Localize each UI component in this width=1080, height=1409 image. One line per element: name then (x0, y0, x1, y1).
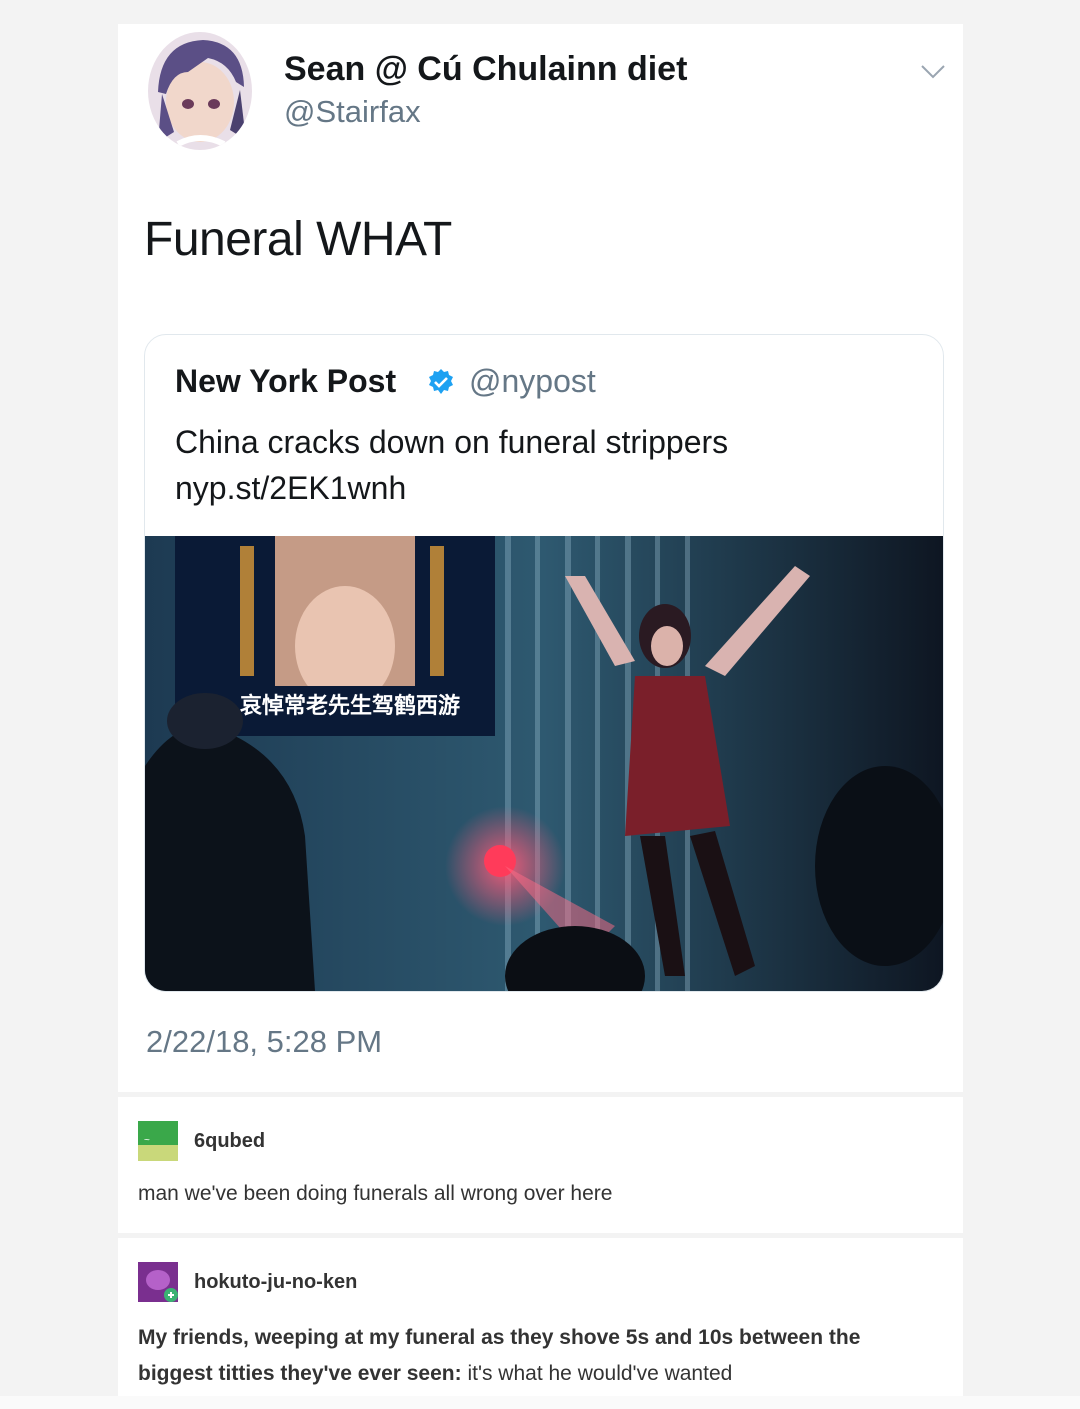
tweet-card: Sean @ Cú Chulainn diet @Stairfax Funera… (118, 24, 963, 1092)
quoted-tweet-text: China cracks down on funeral strippers n… (175, 419, 915, 511)
verified-badge-icon (427, 368, 455, 396)
quoted-link[interactable]: nyp.st/2EK1wnh (175, 465, 915, 511)
tweet-timestamp[interactable]: 2/22/18, 5:28 PM (146, 1024, 382, 1060)
quoted-author-name[interactable]: New York Post (175, 363, 396, 400)
comment-body: man we've been doing funerals all wrong … (138, 1182, 613, 1205)
bottom-bar (0, 1396, 1080, 1409)
quoted-tweet[interactable]: New York Post @nypost China cracks down … (144, 334, 944, 992)
comment-body: My friends, weeping at my funeral as the… (138, 1320, 938, 1392)
comment-username[interactable]: hokuto-ju-no-ken (194, 1271, 357, 1294)
tweet-text: Funeral WHAT (144, 213, 452, 266)
user-avatar[interactable]: ~ (138, 1121, 178, 1161)
media-caption-chars: 哀悼常老先生驾鹤西游 (240, 693, 461, 718)
quoted-author-handle[interactable]: @nypost (469, 363, 596, 400)
author-name[interactable]: Sean @ Cú Chulainn diet (284, 50, 687, 89)
funeral-stage-photo[interactable]: 哀悼常老先生驾鹤西游 (145, 536, 943, 991)
chevron-down-icon[interactable] (918, 56, 948, 86)
avatar[interactable] (148, 32, 252, 150)
comment-body-rest: it's what he would've wanted (461, 1362, 733, 1385)
user-avatar[interactable] (138, 1262, 178, 1302)
reblog-comment: ~ 6qubed man we've been doing funerals a… (118, 1097, 963, 1233)
comment-username[interactable]: 6qubed (194, 1130, 265, 1153)
reblog-comment: hokuto-ju-no-ken My friends, weeping at … (118, 1238, 963, 1398)
svg-text:~: ~ (144, 1135, 150, 1146)
quoted-headline: China cracks down on funeral strippers (175, 424, 729, 460)
author-handle[interactable]: @Stairfax (284, 94, 421, 130)
